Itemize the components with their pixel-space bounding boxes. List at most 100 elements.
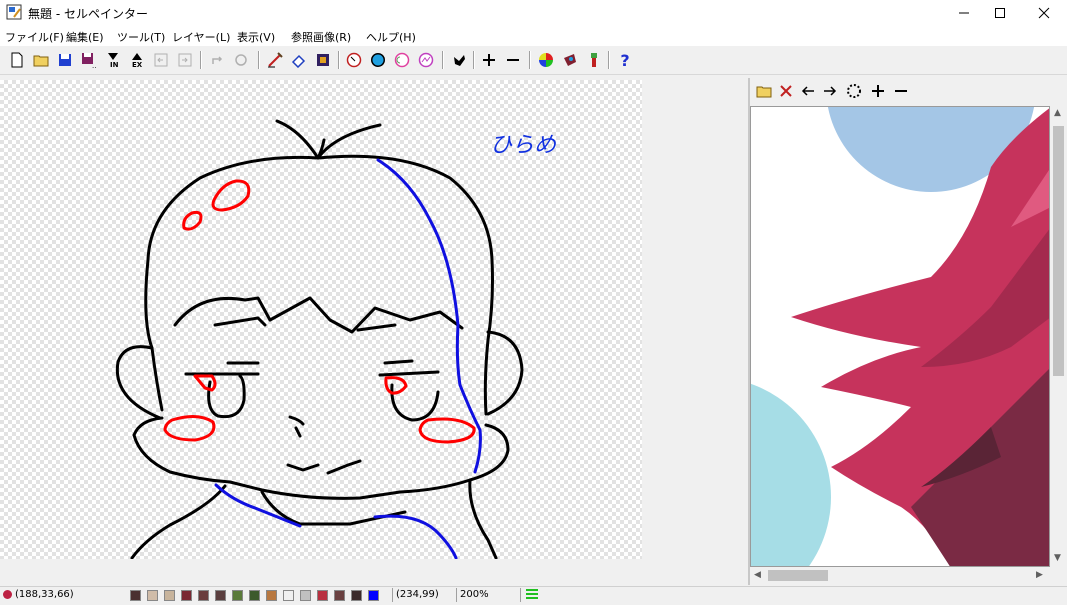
layers-icon bbox=[526, 589, 538, 599]
color-circle-3-button[interactable] bbox=[392, 50, 412, 70]
next-button[interactable] bbox=[175, 50, 195, 70]
palette-swatch[interactable] bbox=[198, 590, 209, 601]
palette-swatch[interactable] bbox=[181, 590, 192, 601]
prev-page-icon bbox=[154, 53, 168, 67]
canvas-area: ひらめ bbox=[0, 78, 748, 560]
zoom-out-button[interactable] bbox=[503, 50, 523, 70]
menu-layer[interactable]: レイヤー(L) bbox=[172, 29, 230, 45]
title-bar: 無題 - セルペインター bbox=[0, 0, 1067, 26]
rotate-button[interactable] bbox=[231, 50, 251, 70]
eraser-icon bbox=[291, 54, 306, 68]
export-button[interactable]: EX bbox=[127, 50, 147, 70]
menu-help[interactable]: ヘルプ(H) bbox=[366, 29, 416, 45]
palette-swatch[interactable] bbox=[334, 590, 345, 601]
pen-icon bbox=[268, 52, 283, 68]
import-icon: IN bbox=[108, 53, 119, 68]
sketch-drawing: ひらめ bbox=[115, 119, 557, 559]
ref-open-button[interactable] bbox=[754, 81, 774, 101]
open-file-button[interactable] bbox=[31, 50, 51, 70]
magenta-circle-icon bbox=[418, 52, 434, 68]
rotate-icon bbox=[235, 54, 247, 66]
palette-swatch[interactable] bbox=[300, 590, 311, 601]
menu-tool[interactable]: ツール(T) bbox=[117, 29, 165, 45]
plus-icon bbox=[483, 54, 495, 66]
maximize-icon bbox=[995, 8, 1005, 18]
color-circle-4-button[interactable] bbox=[416, 50, 436, 70]
new-file-icon bbox=[11, 52, 23, 68]
window-title: 無題 - セルペインター bbox=[28, 7, 148, 21]
zoom-in-button[interactable] bbox=[479, 50, 499, 70]
minimize-icon bbox=[959, 12, 969, 14]
color-wheel-icon bbox=[539, 53, 553, 67]
drawing-canvas[interactable]: ひらめ bbox=[0, 80, 642, 559]
scroll-up-icon[interactable]: ▲ bbox=[1054, 108, 1061, 118]
menu-view[interactable]: 表示(V) bbox=[237, 29, 275, 45]
folder-icon bbox=[33, 55, 49, 67]
color-wheel-button[interactable] bbox=[536, 50, 556, 70]
hand-icon bbox=[454, 55, 465, 66]
maximize-button[interactable] bbox=[977, 0, 1023, 26]
scroll-left-icon[interactable]: ◀ bbox=[754, 570, 761, 580]
svg-text:..: .. bbox=[92, 62, 96, 68]
fill-icon bbox=[317, 54, 329, 66]
ref-zoom-out-button[interactable] bbox=[891, 81, 911, 101]
color-value: (188,33,66) bbox=[15, 589, 74, 600]
close-icon bbox=[1038, 7, 1050, 19]
horizontal-scroll-thumb[interactable] bbox=[768, 570, 828, 581]
marker-icon bbox=[591, 53, 597, 67]
close-button[interactable] bbox=[1021, 0, 1067, 26]
menu-reference-image[interactable]: 参照画像(R) bbox=[291, 29, 351, 45]
new-file-button[interactable] bbox=[7, 50, 27, 70]
menu-edit[interactable]: 編集(E) bbox=[66, 29, 104, 45]
palette-swatch[interactable] bbox=[266, 590, 277, 601]
palette-swatch[interactable] bbox=[232, 590, 243, 601]
palette-swatch[interactable] bbox=[368, 590, 379, 601]
vertical-scrollbar[interactable]: ▲ ▼ bbox=[1050, 106, 1067, 567]
ref-close-button[interactable] bbox=[776, 81, 796, 101]
app-icon bbox=[6, 4, 22, 20]
help-icon: ? bbox=[620, 50, 630, 70]
prev-button[interactable] bbox=[151, 50, 171, 70]
fill-tool-button[interactable] bbox=[313, 50, 333, 70]
palette-swatch[interactable] bbox=[147, 590, 158, 601]
palette-swatch[interactable] bbox=[215, 590, 226, 601]
ref-rotate-button[interactable] bbox=[844, 81, 864, 101]
reference-image-view[interactable] bbox=[750, 106, 1050, 567]
menu-file[interactable]: ファイル(F) bbox=[5, 29, 64, 45]
palette-swatch[interactable] bbox=[317, 590, 328, 601]
delete-x-icon bbox=[780, 85, 792, 97]
save-button[interactable] bbox=[55, 50, 75, 70]
eraser-tool-button[interactable] bbox=[289, 50, 309, 70]
help-button[interactable]: ? bbox=[615, 50, 635, 70]
palette-swatch[interactable] bbox=[164, 590, 175, 601]
hand-tool-button[interactable] bbox=[449, 50, 469, 70]
vertical-scroll-thumb[interactable] bbox=[1053, 126, 1064, 376]
export-icon: EX bbox=[132, 53, 143, 68]
palette-swatch[interactable] bbox=[249, 590, 260, 601]
scroll-right-icon[interactable]: ▶ bbox=[1036, 570, 1043, 580]
layer-indicator bbox=[520, 588, 554, 602]
pen-tool-button[interactable] bbox=[265, 50, 285, 70]
palette-swatch[interactable] bbox=[283, 590, 294, 601]
color-globe-icon bbox=[371, 53, 385, 67]
ref-next-button[interactable] bbox=[820, 81, 840, 101]
status-bar: (188,33,66) (234,99) 200% bbox=[0, 586, 1067, 604]
import-button[interactable]: IN bbox=[103, 50, 123, 70]
redo-button[interactable] bbox=[207, 50, 227, 70]
ref-zoom-in-button[interactable] bbox=[868, 81, 888, 101]
save-as-button[interactable]: .. bbox=[79, 50, 99, 70]
main-toolbar: .. IN EX ? bbox=[0, 46, 1067, 75]
palette-button[interactable] bbox=[560, 50, 580, 70]
palette-swatch[interactable] bbox=[130, 590, 141, 601]
marker-button[interactable] bbox=[584, 50, 604, 70]
ref-prev-button[interactable] bbox=[798, 81, 818, 101]
cursor-position: (234,99) bbox=[392, 588, 456, 602]
color-circle-1-button[interactable] bbox=[344, 50, 364, 70]
horizontal-scrollbar[interactable]: ◀ ▶ bbox=[750, 567, 1050, 584]
color-circle-2-button[interactable] bbox=[368, 50, 388, 70]
scroll-down-icon[interactable]: ▼ bbox=[1054, 553, 1061, 563]
save-as-icon: .. bbox=[82, 53, 96, 68]
reference-image bbox=[751, 107, 1049, 566]
palette-swatch[interactable] bbox=[351, 590, 362, 601]
plus-icon bbox=[872, 85, 884, 97]
